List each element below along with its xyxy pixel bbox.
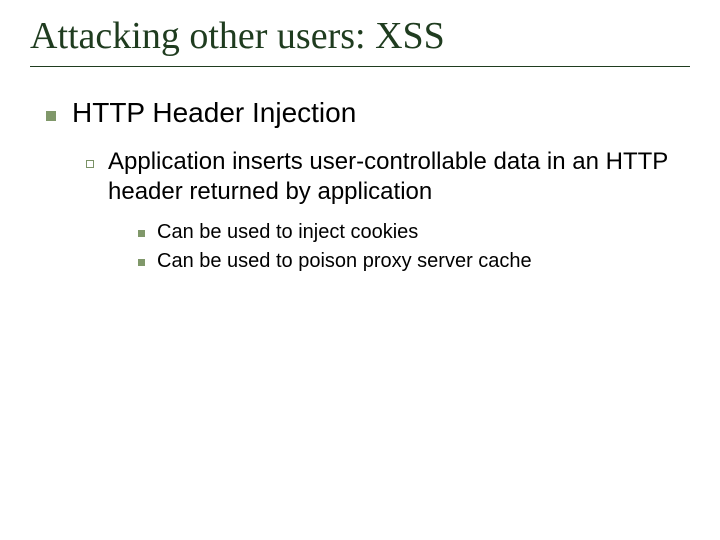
title-underline <box>30 66 690 67</box>
bullet-level3: Can be used to poison proxy server cache <box>138 250 690 273</box>
slide-title: Attacking other users: XSS <box>30 14 690 66</box>
level3-text-a: Can be used to inject cookies <box>157 221 690 244</box>
slide: Attacking other users: XSS HTTP Header I… <box>0 0 720 540</box>
level2-text: Application inserts user-controllable da… <box>108 147 690 207</box>
bullet-level2: Application inserts user-controllable da… <box>86 147 690 207</box>
level1-text: HTTP Header Injection <box>72 97 690 129</box>
square-bullet-icon <box>138 259 145 266</box>
bullet-level3: Can be used to inject cookies <box>138 221 690 244</box>
square-bullet-icon <box>46 111 56 121</box>
bullet-level1: HTTP Header Injection <box>46 97 690 129</box>
square-bullet-icon <box>138 230 145 237</box>
hollow-square-bullet-icon <box>86 160 94 168</box>
level3-text-b: Can be used to poison proxy server cache <box>157 250 690 273</box>
